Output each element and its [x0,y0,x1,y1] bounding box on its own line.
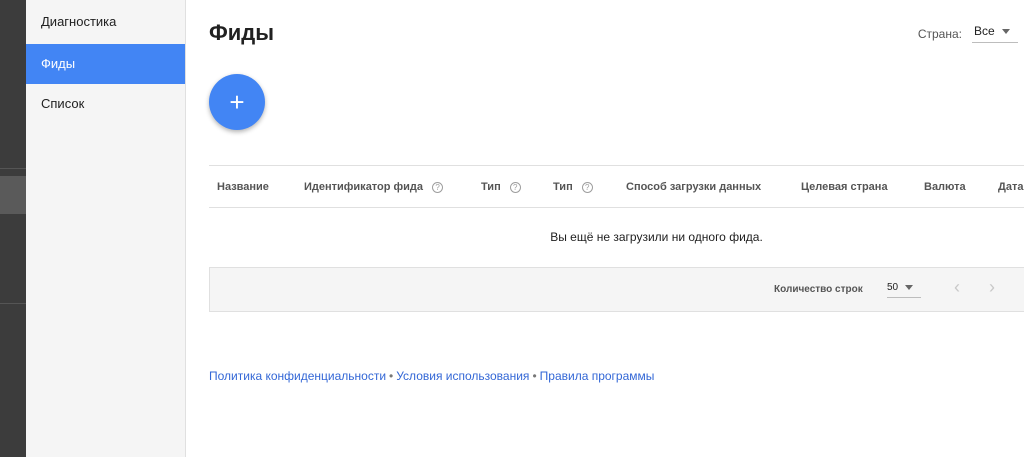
sidebar: Диагностика Фиды Список [26,0,186,457]
help-icon[interactable]: ? [509,181,521,193]
privacy-policy-link[interactable]: Политика конфиденциальности [209,369,386,383]
column-header-upload-method[interactable]: Способ загрузки данных [626,166,761,208]
country-value: Все [974,24,995,38]
program-policies-link[interactable]: Правила программы [540,369,655,383]
separator: • [389,369,394,383]
country-label: Страна: [917,26,962,41]
table-header: Название Идентификатор фида? Тип? Тип? С… [209,165,1024,208]
empty-state-message: Вы ещё не загрузили ни одного фида. [550,230,763,244]
column-header-target-country[interactable]: Целевая страна [801,166,888,208]
column-header-feed-id[interactable]: Идентификатор фида? [304,166,444,208]
rows-per-page-label: Количество строк [774,284,863,295]
separator: • [532,369,537,383]
pagination-bar: Количество строк 50 ‹ › [209,267,1024,312]
dropdown-caret-icon [1001,28,1010,34]
country-select[interactable]: Все [972,24,1018,43]
sidebar-item-list[interactable]: Список [26,84,185,124]
rail-divider [0,168,26,169]
dropdown-caret-icon [905,285,914,290]
column-header-currency[interactable]: Валюта [924,166,966,208]
prev-page-icon[interactable]: ‹ [954,277,960,298]
rows-per-page-select[interactable]: 50 [887,282,921,298]
sidebar-item-diagnostics[interactable]: Диагностика [26,0,185,44]
add-feed-button[interactable]: + [209,74,265,130]
column-header-type[interactable]: Тип? [481,166,521,208]
left-rail [0,0,26,457]
main-content: Фиды Страна: Все + Название Идентификато… [186,0,1024,457]
column-header-name[interactable]: Название [217,166,269,208]
next-page-icon[interactable]: › [989,277,995,298]
rows-per-page-value: 50 [887,282,899,293]
rail-selected-block [0,176,26,214]
rail-divider [0,303,26,304]
column-header-date[interactable]: Дата [998,166,1023,208]
terms-of-use-link[interactable]: Условия использования [396,369,529,383]
footer-links: Политика конфиденциальности • Условия испо… [209,369,654,383]
help-icon[interactable]: ? [432,181,444,193]
country-filter: Страна: Все [918,24,1018,43]
column-header-type-2[interactable]: Тип? [553,166,593,208]
sidebar-item-feeds[interactable]: Фиды [26,44,185,84]
page-title: Фиды [209,20,275,45]
help-icon[interactable]: ? [581,181,593,193]
